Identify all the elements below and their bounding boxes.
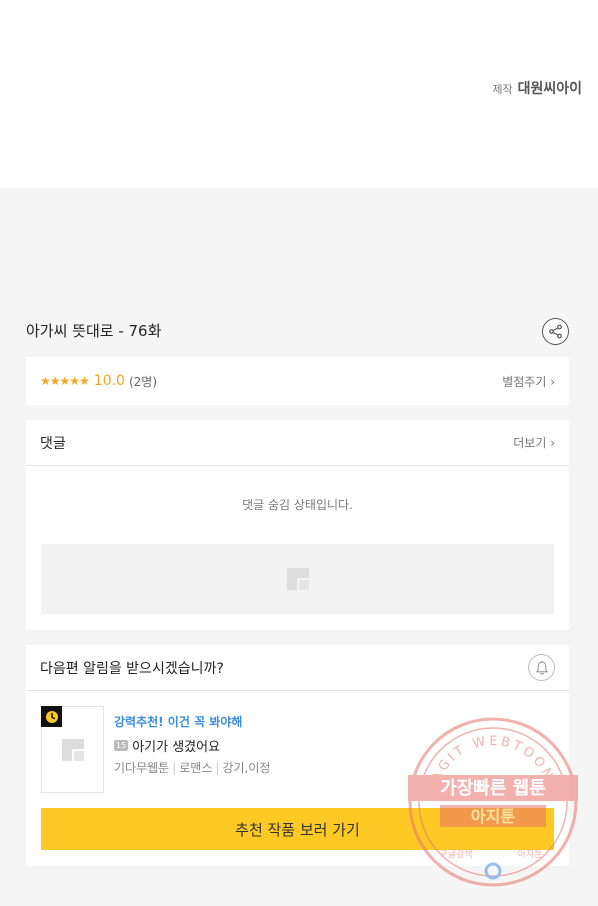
notify-question: 다음편 알림을 받으시겠습니까? — [40, 660, 224, 677]
viewer-top-area: 제작 대원씨아이 — [0, 0, 598, 188]
recommendation-genre: 로맨스 — [179, 761, 213, 775]
wait-free-badge — [41, 706, 62, 727]
recommendation-tag: 강력추천! 이건 꼭 봐야해 — [114, 715, 243, 729]
comment-more-link[interactable]: 더보기 › — [513, 434, 555, 451]
rating-count: (2명) — [128, 374, 158, 389]
view-recommendation-button[interactable]: 추천 작품 보러 가기 — [41, 808, 554, 850]
comment-card: 댓글 더보기 › 댓글 숨김 상태입니다. — [26, 420, 569, 630]
notify-bell-button[interactable] — [528, 654, 555, 681]
recommendation-authors: 강기,이정 — [222, 761, 271, 775]
recommendation-info: 강력추천! 이건 꼭 봐야해 15 아기가 생겼어요 기다무웹툰 | 로맨스 | 강기,… — [114, 713, 270, 776]
rate-button[interactable]: 별점주기 › — [502, 373, 555, 390]
clock-icon — [45, 710, 58, 723]
comment-status-text: 댓글 숨김 상태입니다. — [242, 498, 353, 512]
ad-banner-placeholder[interactable] — [41, 544, 554, 614]
bell-icon — [535, 660, 548, 675]
recommendation-title: 아기가 생겼어요 — [132, 740, 221, 755]
rating-score: 10.0 — [93, 373, 125, 389]
comment-title: 댓글 — [40, 435, 66, 452]
image-placeholder-icon — [61, 738, 84, 761]
recommendation-thumbnail[interactable] — [41, 706, 104, 793]
comment-header: 댓글 더보기 › — [26, 420, 569, 466]
next-episode-notify-card: 다음편 알림을 받으시겠습니까? 강력추천! 이건 꼭 봐야해 15 아기가 생… — [26, 645, 569, 866]
recommendation-meta: 기다무웹툰 | 로맨스 | 강기,이정 — [114, 761, 271, 775]
image-placeholder-icon — [286, 568, 309, 590]
rating-card: ★★★★★ 10.0 (2명) 별점주기 › — [26, 357, 569, 405]
age-rating-badge: 15 — [114, 740, 129, 751]
share-icon — [549, 324, 562, 339]
share-button[interactable] — [542, 318, 569, 345]
rating-stars: ★★★★★ — [40, 374, 90, 388]
recommendation-category: 기다무웹툰 — [114, 761, 170, 775]
producer-credit: 제작 대원씨아이 — [492, 78, 582, 98]
recommendation-title-row[interactable]: 15 아기가 생겼어요 — [114, 736, 270, 755]
notify-header: 다음편 알림을 받으시겠습니까? — [26, 645, 569, 691]
episode-title: 아가씨 뜻대로 - 76화 — [26, 322, 162, 340]
producer-label: 제작 — [492, 83, 513, 96]
producer-name: 대원씨아이 — [517, 81, 582, 97]
